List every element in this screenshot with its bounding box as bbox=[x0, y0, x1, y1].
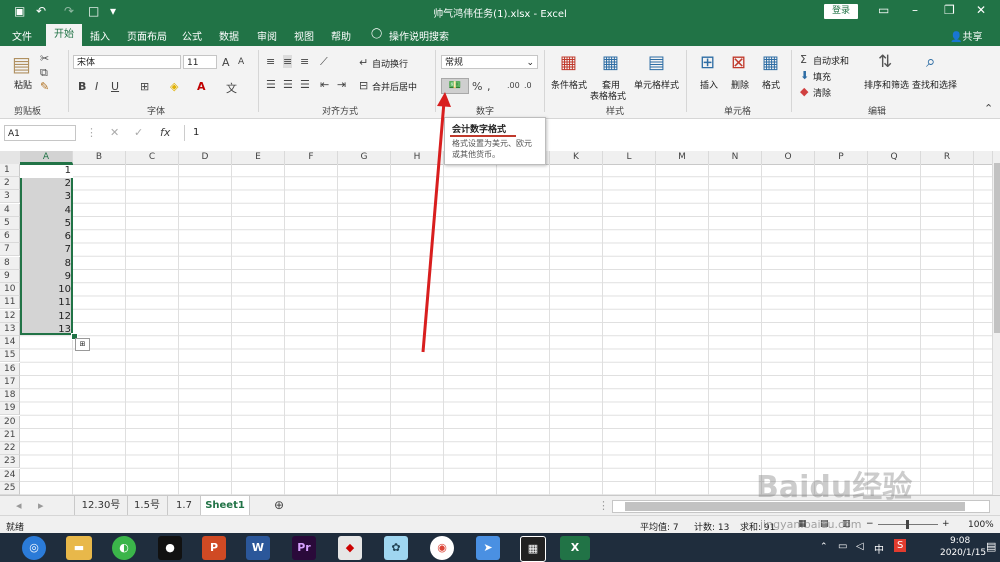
sogou-icon[interactable]: S bbox=[894, 539, 907, 552]
zoom-in-icon[interactable]: + bbox=[942, 519, 950, 529]
sheet-tab-active[interactable]: Sheet1 bbox=[201, 496, 250, 517]
windows-taskbar: ◎ ▬ ◐ ● P W Pr ◆ ✿ ◉ ➤ ▦ X ⌃ ▭ ◁ 中 S 9:0… bbox=[0, 533, 1000, 562]
powerpoint-icon[interactable]: P bbox=[202, 536, 226, 560]
premiere-icon[interactable]: Pr bbox=[292, 536, 316, 560]
search-icon[interactable]: ◎ bbox=[22, 536, 46, 560]
notification-icon[interactable]: ▤ bbox=[986, 540, 996, 553]
wechat-icon[interactable]: ◐ bbox=[112, 536, 136, 560]
tray-overflow-icon[interactable]: ⌃ bbox=[820, 542, 828, 552]
clock-time[interactable]: 9:08 bbox=[950, 536, 970, 546]
next-sheet-icon[interactable]: ▸ bbox=[38, 499, 44, 512]
video-editor-icon[interactable]: ▦ bbox=[520, 536, 546, 562]
bird-app-icon[interactable]: ✿ bbox=[384, 536, 408, 560]
watermark-url: jingyan.baidu.com bbox=[760, 518, 862, 531]
file-explorer-icon[interactable]: ▬ bbox=[66, 536, 92, 560]
baidu-watermark: Baidu经验 bbox=[756, 470, 913, 505]
sheet-tab[interactable]: 1.7 bbox=[168, 496, 201, 515]
status-count: 计数: 13 bbox=[694, 523, 730, 533]
lark-icon[interactable]: ➤ bbox=[476, 536, 500, 560]
chrome-icon[interactable]: ◉ bbox=[430, 536, 454, 560]
excel-icon[interactable]: X bbox=[560, 536, 590, 560]
input-method-icon[interactable]: 中 bbox=[874, 541, 884, 556]
app-icon[interactable]: ◆ bbox=[338, 536, 362, 560]
zoom-level[interactable]: 100% bbox=[968, 520, 994, 530]
sheet-bar-handle-icon[interactable]: ⋮ bbox=[598, 499, 609, 512]
zoom-slider-thumb[interactable] bbox=[906, 520, 909, 529]
network-icon[interactable]: ▭ bbox=[838, 541, 847, 552]
status-average: 平均值: 7 bbox=[640, 523, 679, 533]
prev-sheet-icon[interactable]: ◂ bbox=[16, 499, 22, 512]
sheet-tab[interactable]: 12.30号 bbox=[74, 496, 128, 515]
status-mode: 就绪 bbox=[6, 523, 25, 533]
zoom-out-icon[interactable]: − bbox=[866, 519, 874, 529]
sheet-tab[interactable]: 1.5号 bbox=[127, 496, 168, 515]
word-icon[interactable]: W bbox=[246, 536, 270, 560]
clock-date[interactable]: 2020/1/15 bbox=[940, 548, 986, 558]
arrow-shaft bbox=[421, 101, 446, 353]
arrow-head bbox=[437, 92, 451, 107]
volume-icon[interactable]: ◁ bbox=[856, 541, 864, 552]
add-sheet-icon[interactable]: ⊕ bbox=[274, 498, 284, 512]
qq-icon[interactable]: ● bbox=[158, 536, 182, 560]
